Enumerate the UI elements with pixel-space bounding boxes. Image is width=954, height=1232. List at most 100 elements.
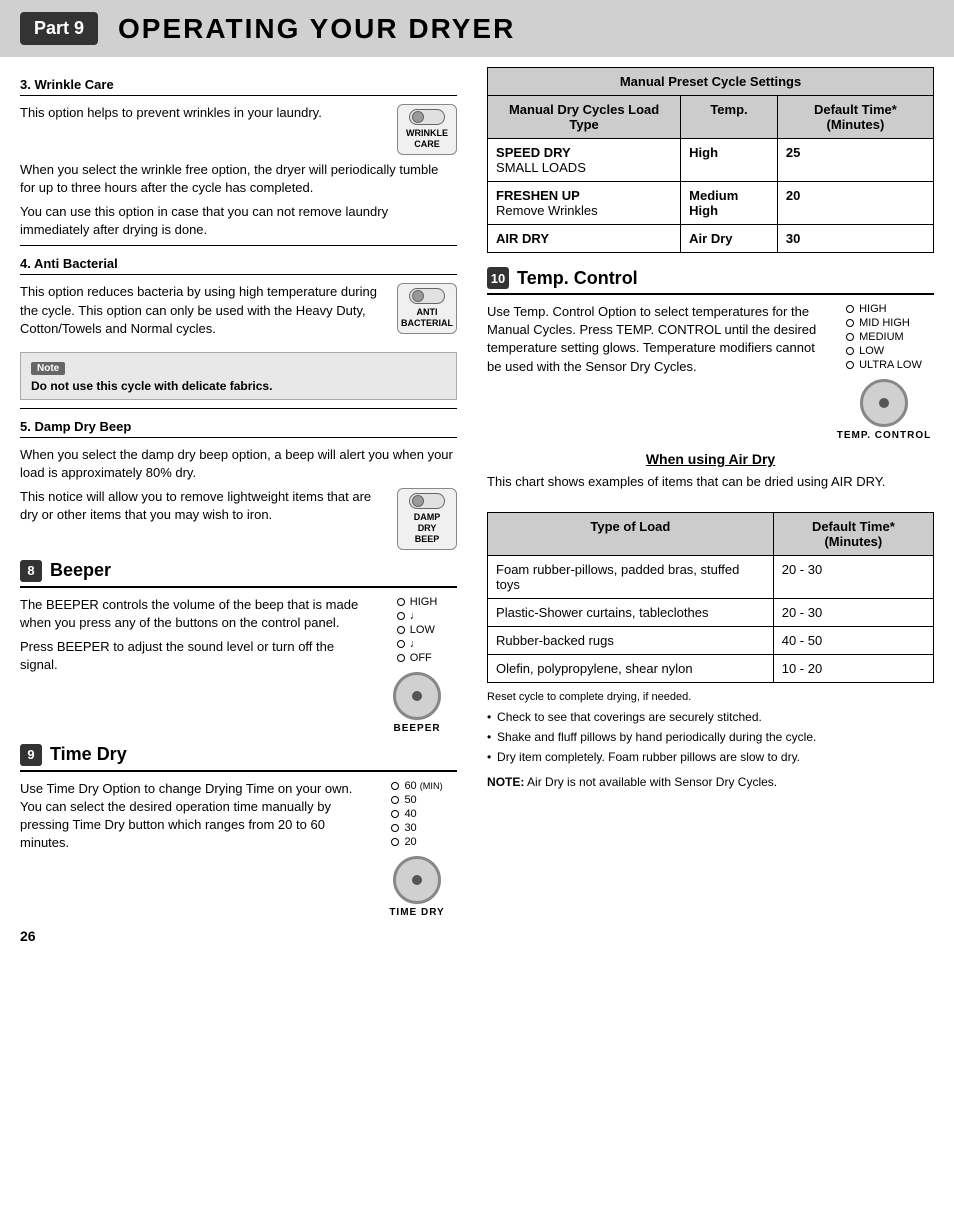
load-row2-type: Plastic-Shower curtains, tableclothes [488, 599, 774, 627]
divider1 [20, 245, 457, 246]
temp-opt-medium: MEDIUM [846, 331, 922, 343]
temp-dial-circle [860, 379, 908, 427]
load-table: Type of Load Default Time* (Minutes) Foa… [487, 512, 934, 683]
right-column: Manual Preset Cycle Settings Manual Dry … [477, 67, 934, 918]
radio-high [397, 598, 405, 606]
damp-btn-line2: BEEP [415, 534, 440, 545]
bullet-2: Shake and fluff pillows by hand periodic… [487, 729, 934, 746]
beeper-opt-2: ♩ [397, 610, 438, 622]
wrinkle-btn-line2: CARE [414, 139, 440, 150]
td-opt-20: 20 [391, 836, 442, 848]
load-row-1: Foam rubber-pillows, padded bras, stuffe… [488, 556, 934, 599]
section8-number: 8 [20, 560, 42, 582]
preset-row-2: FRESHEN UPRemove Wrinkles Medium High 20 [488, 182, 934, 225]
air-dry-title: When using Air Dry [487, 451, 934, 467]
load-col1: Type of Load [488, 513, 774, 556]
toggle-pill [409, 109, 445, 125]
time-dry-dial-options: 60 (MIN) 50 40 30 20 [391, 780, 442, 850]
page-header: Part 9 OPERATING YOUR DRYER [0, 0, 954, 57]
page-number: 26 [0, 918, 954, 954]
damp-dry-button: DAMP DRY BEEP [397, 488, 457, 549]
wrinkle-care-text: This option helps to prevent wrinkles in… [20, 104, 387, 128]
load-row4-type: Olefin, polypropylene, shear nylon [488, 655, 774, 683]
radio-td-30 [391, 824, 399, 832]
radio-td-60 [391, 782, 399, 790]
temp-dial-inner [879, 398, 889, 408]
damp-btn-line1: DAMP DRY [406, 512, 448, 534]
anti-bacterial-button: ANTI BACTERIAL [397, 283, 457, 334]
anti-bacterial-row: This option reduces bacteria by using hi… [20, 283, 457, 344]
preset-col3: Default Time* (Minutes) [777, 96, 933, 139]
wrinkle-care-row: This option helps to prevent wrinkles in… [20, 104, 457, 155]
load-row1-time: 20 - 30 [773, 556, 933, 599]
toggle-pill-ab [409, 288, 445, 304]
temp-opt-ultralow: ULTRA LOW [846, 359, 922, 371]
beeper-dial-circle [393, 672, 441, 720]
section8-title: Beeper [50, 560, 111, 581]
time-dry-dial-label: TIME DRY [389, 907, 444, 918]
beeper-section: The BEEPER controls the volume of the be… [20, 596, 457, 734]
preset-row2-type: FRESHEN UPRemove Wrinkles [488, 182, 681, 225]
temp-opt-low: LOW [846, 345, 922, 357]
preset-table: Manual Preset Cycle Settings Manual Dry … [487, 67, 934, 253]
air-dry-intro: This chart shows examples of items that … [487, 473, 934, 491]
load-row3-time: 40 - 50 [773, 627, 933, 655]
load-row-4: Olefin, polypropylene, shear nylon 10 - … [488, 655, 934, 683]
temp-dial-widget: HIGH MID HIGH MEDIUM LOW ULTRA LOW TEMP.… [834, 303, 934, 441]
radio-td-40 [391, 810, 399, 818]
preset-row1-temp: High [681, 139, 778, 182]
reset-note: Reset cycle to complete drying, if neede… [487, 691, 934, 703]
time-dry-dial-widget: 60 (MIN) 50 40 30 20 TIME DRY [377, 780, 457, 918]
beeper-opt-low: LOW [397, 624, 438, 636]
note-label: Note [31, 362, 65, 375]
load-row2-time: 20 - 30 [773, 599, 933, 627]
wrinkle-btn-line1: WRINKLE [406, 128, 448, 139]
radio-td-20 [391, 838, 399, 846]
radio-temp-medium [846, 333, 854, 341]
beeper-opt-3: ♩ [397, 638, 438, 650]
load-row3-type: Rubber-backed rugs [488, 627, 774, 655]
load-row-2: Plastic-Shower curtains, tableclothes 20… [488, 599, 934, 627]
toggle-circle-dd [412, 495, 424, 507]
wrinkle-care-button: WRINKLE CARE [397, 104, 457, 155]
beeper-opt-off: OFF [397, 652, 438, 664]
bullet-1: Check to see that coverings are securely… [487, 709, 934, 726]
radio-temp-low [846, 347, 854, 355]
td-opt-50: 50 [391, 794, 442, 806]
preset-row1-sub: SMALL LOADS [496, 160, 586, 175]
anti-btn-line2: BACTERIAL [401, 318, 453, 329]
temp-section: Use Temp. Control Option to select tempe… [487, 303, 934, 441]
beeper-dial-options: HIGH ♩ LOW ♩ OFF [397, 596, 438, 666]
damp-dry-text: This notice will allow you to remove lig… [20, 488, 387, 530]
radio-td-50 [391, 796, 399, 804]
toggle-circle-ab [412, 290, 424, 302]
temp-control-text: Use Temp. Control Option to select tempe… [487, 303, 820, 441]
time-dry-section: Use Time Dry Option to change Drying Tim… [20, 780, 457, 918]
beeper-dial-inner [412, 691, 422, 701]
air-dry-note-text: Air Dry is not available with Sensor Dry… [527, 775, 777, 789]
damp-dry-row: This notice will allow you to remove lig… [20, 488, 457, 549]
preset-row1-type: SPEED DRYSMALL LOADS [488, 139, 681, 182]
part-badge: Part 9 [20, 12, 98, 45]
beeper-text: The BEEPER controls the volume of the be… [20, 596, 363, 681]
time-dry-dial-circle [393, 856, 441, 904]
beeper-opt-high: HIGH [397, 596, 438, 608]
preset-row2-time: 20 [777, 182, 933, 225]
toggle-pill-dd [409, 493, 445, 509]
preset-row3-type: AIR DRY [488, 225, 681, 253]
wrinkle-care-para3: You can use this option in case that you… [20, 203, 457, 239]
temp-control-para1: Use Temp. Control Option to select tempe… [487, 303, 820, 376]
time-dry-dial-inner [412, 875, 422, 885]
section10-title: Temp. Control [517, 268, 638, 289]
wrinkle-care-para2: When you select the wrinkle free option,… [20, 161, 457, 197]
preset-row-3: AIR DRY Air Dry 30 [488, 225, 934, 253]
note-text: Do not use this cycle with delicate fabr… [31, 379, 446, 393]
td-opt-40: 40 [391, 808, 442, 820]
damp-dry-para2: This notice will allow you to remove lig… [20, 488, 387, 524]
temp-dial-options: HIGH MID HIGH MEDIUM LOW ULTRA LOW [846, 303, 922, 373]
load-row-3: Rubber-backed rugs 40 - 50 [488, 627, 934, 655]
preset-row3-time: 30 [777, 225, 933, 253]
anti-bacterial-para1: This option reduces bacteria by using hi… [20, 283, 387, 338]
preset-row2-temp: Medium High [681, 182, 778, 225]
beeper-dial-label: BEEPER [393, 723, 440, 734]
